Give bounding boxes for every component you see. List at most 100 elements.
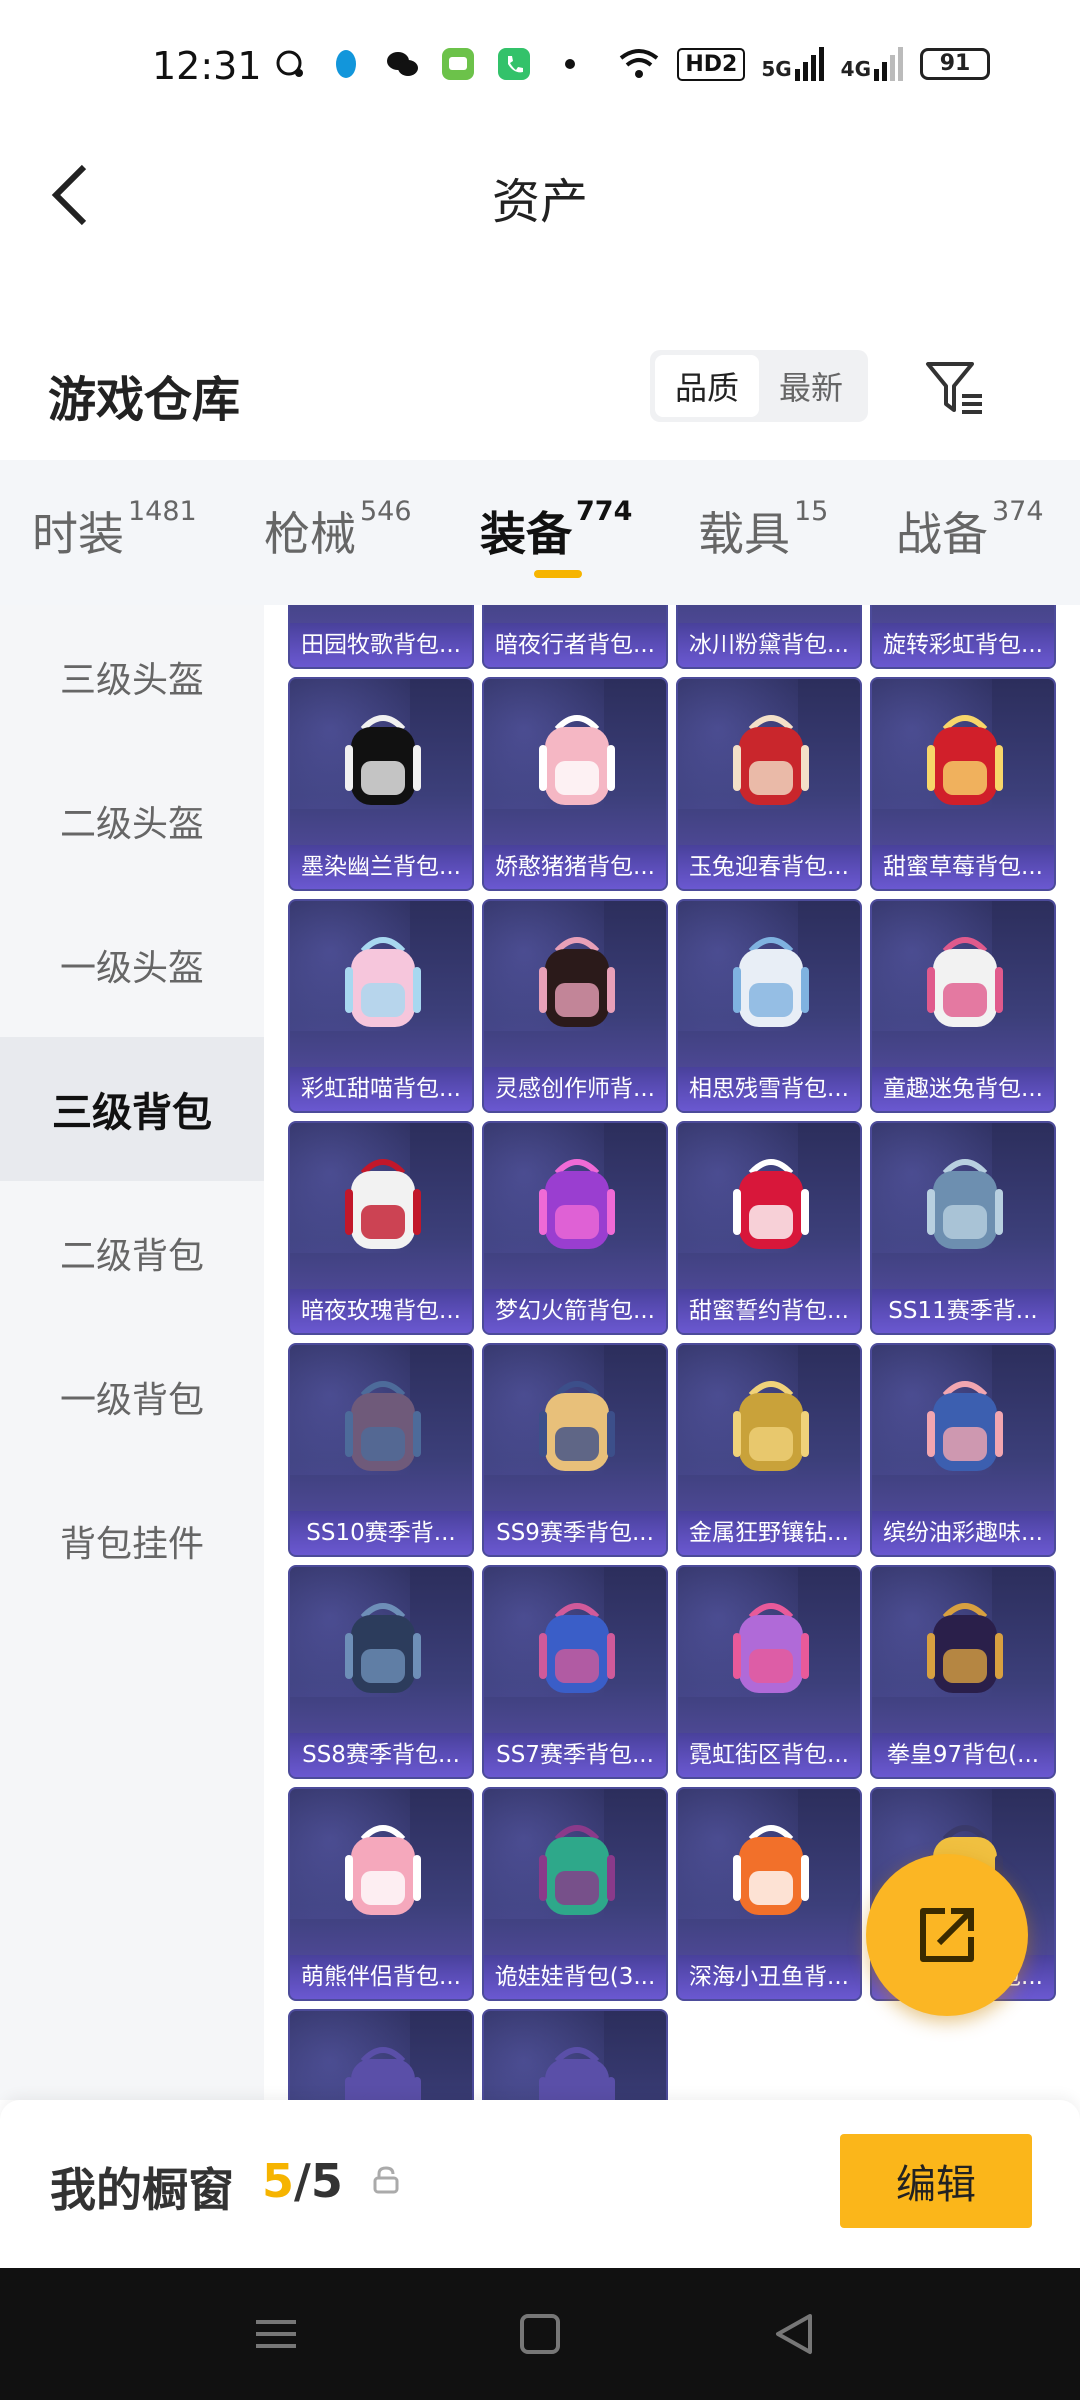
sidebar-item-backpack-2[interactable]: 二级背包 xyxy=(0,1181,264,1325)
tab-label: 战备 xyxy=(896,507,988,561)
menu-icon[interactable] xyxy=(248,2306,304,2362)
backpack-icon xyxy=(539,937,615,1027)
backpack-icon xyxy=(927,1381,1003,1471)
tab-label: 装备 xyxy=(480,507,572,561)
edit-button[interactable]: 编辑 xyxy=(840,2134,1032,2228)
item-card[interactable]: 田园牧歌背包... xyxy=(288,605,474,669)
signal-4g: 4G xyxy=(841,47,904,81)
item-card[interactable]: 金属狂野镶钻... xyxy=(676,1343,862,1557)
wechat-icon xyxy=(387,52,418,76)
tab-supplies[interactable]: 战备 374 xyxy=(896,496,1044,564)
item-card[interactable]: 玉兔迎春背包... xyxy=(676,677,862,891)
backpack-icon xyxy=(733,1159,809,1249)
tab-weapons[interactable]: 枪械 546 xyxy=(264,496,412,564)
item-card[interactable]: 梦幻火箭背包... xyxy=(482,1121,668,1335)
backpack-icon xyxy=(733,1825,809,1915)
item-card[interactable]: SS8赛季背包... xyxy=(288,1565,474,1779)
backpack-icon xyxy=(927,715,1003,805)
notification-icons xyxy=(272,46,588,82)
sidebar-item-backpack-pendant[interactable]: 背包挂件 xyxy=(0,1469,264,1613)
tab-count: 1481 xyxy=(128,496,197,527)
backpack-icon xyxy=(345,715,421,805)
item-card[interactable]: 暗夜行者背包... xyxy=(482,605,668,669)
warehouse-title: 游戏仓库 xyxy=(48,372,241,428)
showcase-current: 5 xyxy=(262,2154,295,2208)
showcase-separator: / xyxy=(294,2154,311,2208)
share-fab-button[interactable] xyxy=(866,1854,1028,2016)
active-tab-indicator xyxy=(534,570,582,578)
sidebar-item-backpack-3[interactable]: 三级背包 xyxy=(0,1037,264,1181)
item-card[interactable]: 童趣迷兔背包... xyxy=(870,899,1056,1113)
item-card[interactable]: 暗夜玫瑰背包... xyxy=(288,1121,474,1335)
sort-latest-option[interactable]: 最新 xyxy=(759,355,863,417)
item-name: 梦幻火箭背包... xyxy=(484,1289,666,1333)
item-name: 诡娃娃背包(3... xyxy=(484,1955,666,1999)
item-card[interactable]: 甜蜜草莓背包... xyxy=(870,677,1056,891)
showcase-bar: 我的橱窗 5/5 编辑 xyxy=(0,2100,1080,2268)
backpack-icon xyxy=(345,937,421,1027)
backpack-icon xyxy=(733,1381,809,1471)
item-name: 娇憨猪猪背包... xyxy=(484,845,666,889)
home-icon[interactable] xyxy=(512,2306,568,2362)
item-card[interactable]: 旋转彩虹背包... xyxy=(870,605,1056,669)
item-card[interactable]: SS10赛季背... xyxy=(288,1343,474,1557)
sidebar-item-helmet-3[interactable]: 三级头盔 xyxy=(0,605,264,749)
status-right: HD2 5G 4G 91 xyxy=(617,46,990,82)
item-name: SS7赛季背包... xyxy=(484,1733,666,1777)
tab-equipment[interactable]: 装备 774 xyxy=(480,496,632,564)
item-card[interactable]: 墨染幽兰背包... xyxy=(288,677,474,891)
item-card[interactable]: 娇憨猪猪背包... xyxy=(482,677,668,891)
item-card[interactable]: SS7赛季背包... xyxy=(482,1565,668,1779)
item-card[interactable]: 深海小丑鱼背... xyxy=(676,1787,862,2001)
item-card[interactable]: 萌熊伴侣背包... xyxy=(288,1787,474,2001)
item-name: SS8赛季背包... xyxy=(290,1733,472,1777)
item-name: 墨染幽兰背包... xyxy=(290,845,472,889)
back-nav-icon[interactable] xyxy=(766,2306,822,2362)
tab-count: 15 xyxy=(794,496,829,527)
sidebar-item-helmet-2[interactable]: 二级头盔 xyxy=(0,749,264,893)
item-card[interactable]: 灵感创作师背... xyxy=(482,899,668,1113)
item-card[interactable]: 霓虹街区背包... xyxy=(676,1565,862,1779)
tab-vehicles[interactable]: 载具 15 xyxy=(698,496,829,564)
item-name: 甜蜜草莓背包... xyxy=(872,845,1054,889)
item-name: SS11赛季背... xyxy=(872,1289,1054,1333)
item-card[interactable]: SS9赛季背包... xyxy=(482,1343,668,1557)
backpack-icon xyxy=(345,1159,421,1249)
sidebar-item-helmet-1[interactable]: 一级头盔 xyxy=(0,893,264,1037)
item-name: 缤纷油彩趣味... xyxy=(872,1511,1054,1555)
tab-count: 546 xyxy=(360,496,412,527)
lock-icon xyxy=(373,2166,399,2194)
item-card[interactable]: 冰川粉黛背包... xyxy=(676,605,862,669)
item-name: 甜蜜誓约背包... xyxy=(678,1289,860,1333)
sort-quality-option[interactable]: 品质 xyxy=(655,355,759,417)
item-card[interactable]: 诡娃娃背包(3... xyxy=(482,1787,668,2001)
filter-icon[interactable] xyxy=(922,356,986,420)
item-card[interactable]: 相思残雪背包... xyxy=(676,899,862,1113)
status-time: 12:31 xyxy=(152,44,262,88)
header: 资产 xyxy=(0,130,1080,260)
item-card[interactable]: 甜蜜誓约背包... xyxy=(676,1121,862,1335)
item-card[interactable] xyxy=(482,2009,668,2100)
dot-icon xyxy=(565,59,575,69)
tab-fashion[interactable]: 时装 1481 xyxy=(32,496,197,564)
status-bar: 12:31 HD2 5G 4G 91 xyxy=(0,0,1080,130)
sidebar-item-backpack-1[interactable]: 一级背包 xyxy=(0,1325,264,1469)
subcategory-sidebar: 三级头盔 二级头盔 一级头盔 三级背包 二级背包 一级背包 背包挂件 xyxy=(0,605,264,2100)
backpack-icon xyxy=(927,1159,1003,1249)
item-card[interactable]: SS11赛季背... xyxy=(870,1121,1056,1335)
item-name: SS9赛季背包... xyxy=(484,1511,666,1555)
item-card[interactable]: 缤纷油彩趣味... xyxy=(870,1343,1056,1557)
tab-count: 374 xyxy=(992,496,1044,527)
backpack-icon xyxy=(345,1825,421,1915)
item-card[interactable]: 拳皇97背包(... xyxy=(870,1565,1056,1779)
item-name: 霓虹街区背包... xyxy=(678,1733,860,1777)
item-name: 旋转彩虹背包... xyxy=(872,623,1054,667)
item-card[interactable]: 彩虹甜喵背包... xyxy=(288,899,474,1113)
share-external-icon xyxy=(920,1908,974,1962)
showcase-label: 我的橱窗 xyxy=(50,2163,234,2217)
showcase-count: 5/5 xyxy=(262,2154,343,2208)
item-name: 金属狂野镶钻... xyxy=(678,1511,860,1555)
item-card[interactable] xyxy=(288,2009,474,2100)
showcase-total: 5 xyxy=(310,2154,343,2208)
item-name: 彩虹甜喵背包... xyxy=(290,1067,472,1111)
